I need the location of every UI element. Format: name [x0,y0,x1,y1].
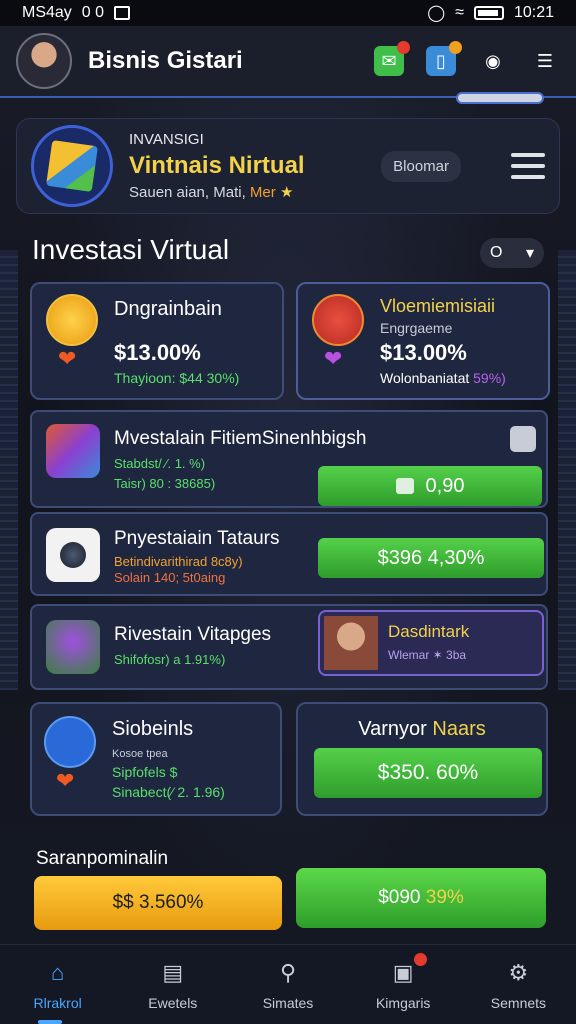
card-sub-1: Sipfofels $ [112,764,178,780]
status-bar: MS4ay 0 0 ◯ ≈ 10:21 [0,0,576,26]
logo-icon [46,140,98,192]
top-app-bar: Bisnis Gistari ✉ ▯ ◉ ☰ [0,26,576,98]
badge-sub: Wlemar ✶ 3ba [388,648,467,662]
row-sub-1: Shifofosr) а 1.91%) [114,652,226,667]
hero-subtitle: Sauen aian, Mati, [129,184,246,201]
blocks-icon [46,424,100,478]
card-title: Varnyor [358,718,427,740]
notification-dot [397,41,410,54]
hamburger-icon[interactable] [511,153,545,179]
chart-icon [44,716,96,768]
row-2-action-button[interactable]: $396 4,30% [318,538,544,578]
card-sub: Thayioon: $44 30%) [114,370,240,386]
card-title: Dngrainbain [114,298,222,320]
card-title: Vloemiemisiaii [380,296,496,316]
investment-card-3[interactable]: ❤ Siobeinls Kosoe tpea Sipfofels $ Sinab… [30,702,282,816]
molecule-icon [46,620,100,674]
card-title-accent: Naars [432,718,486,740]
row-title: Rivestain Vitapges [114,624,272,645]
card-title: Siobeinls [112,718,194,740]
home-icon: ⌂ [50,959,65,985]
hero-button[interactable]: Bloomar [381,150,461,182]
nav-item-camera[interactable]: ▣ Kimgaris [346,945,461,1024]
hero-kicker: INVANSIGI [129,131,204,148]
selector-value: O [490,244,503,261]
row-sub-2: Taisr) 80 : 38685) [114,476,216,491]
investment-card-1[interactable]: ❤ Dngrainbain $13.00% Thayioon: $44 30%) [30,282,284,400]
menu-icon[interactable]: ☰ [530,46,560,76]
notification-dot [414,952,428,966]
bottom-navigation: ⌂ Rlrakrol ▤ Ewetels ⚲ Simates ▣ Kimgari… [0,944,576,1024]
edit-icon[interactable] [510,426,536,452]
list-icon: ▤ [162,959,184,985]
badge-icon [312,294,364,346]
hero-subtitle-accent: Mer [249,184,276,201]
coin-icon [46,294,98,346]
row-sub-1: Betindivarithirad 8c8y) [114,554,243,569]
status-left-text: MS4ay [22,4,72,21]
card-value: $13.00% [114,340,201,365]
card-sub-2: Sinabect(⁄ 2. 1.96) [112,784,225,800]
nav-item-settings[interactable]: ⚙ Semnets [461,945,576,1024]
profile-avatar [324,616,378,670]
card-kicker: Kosoe tpea [112,748,168,760]
camera-icon: ▣ [389,952,428,987]
header-card: INVANSIGI Vintnais Nirtual Sauen aian, M… [16,118,560,214]
footer-left-button[interactable]: $$ 3.560% [34,876,282,930]
city-decoration-left [0,250,18,690]
heart-icon: ❤ [58,346,77,371]
investment-card-2[interactable]: ❤ Vloemiemisiaii Engrgaeme $13.00% Wolon… [296,282,550,400]
battery-icon [473,6,504,20]
section-title: Investasi Virtual [32,234,230,265]
app-logo [31,125,113,207]
row-1-action-button[interactable]: 0,90 [318,466,542,506]
row-sub-1: Stabdst/ ⁄. 1. %) [114,456,206,471]
tab-indicator [456,92,544,104]
gear-icon: ⚙ [508,959,529,985]
chevron-down-icon: ▾ [525,245,534,262]
card-sub-accent: 59%) [473,370,506,386]
notification-dot [449,41,462,54]
wallet-icon[interactable]: ▯ [426,41,462,76]
heart-icon: ❤ [324,346,343,371]
location-icon[interactable]: ◉ [478,46,508,76]
card-4-action-button[interactable]: $350. 60% [314,748,542,798]
camera-icon [46,528,100,582]
investment-card-4[interactable]: Varnyor Naars $350. 60% [296,702,548,816]
row-sub-2: Solain 140; 5t0aing [114,570,226,585]
wifi-icon: ≈ [455,4,464,21]
status-left-text-2: 0 0 [81,4,105,21]
investment-row-3[interactable]: Rivestain Vitapges Shifofosr) а 1.91%) D… [30,604,548,690]
active-indicator [38,1020,62,1024]
mail-icon [114,6,131,20]
badge-title: Dasdintark [388,622,470,641]
wallet-icon [395,478,414,494]
hero-title: Vintnais Nirtual [129,152,305,179]
avatar[interactable] [16,33,72,89]
investment-row-2[interactable]: Pnyestaiain Tataurs Betindivarithirad 8c… [30,512,548,596]
footer-label: Saranpominalin [36,848,169,869]
card-kicker: Engrgaeme [380,320,453,336]
profile-badge[interactable]: Dasdintark Wlemar ✶ 3ba [318,610,544,676]
footer-right-button[interactable]: $090 39% [296,868,546,928]
heart-icon: ❤ [56,768,75,793]
section-selector[interactable]: O ▾ [480,238,544,268]
alarm-icon: ◯ [427,5,446,22]
app-title: Bisnis Gistari [88,47,243,74]
city-decoration-right [558,250,576,690]
status-time: 10:21 [513,4,554,21]
card-sub: Wolonbaniatat [380,370,470,386]
nav-item-search[interactable]: ⚲ Simates [230,945,345,1024]
star-icon: ★ [279,184,294,201]
row-title: Mvestalain FitiemSinenhbigsh [114,428,367,449]
investment-row-1[interactable]: Mvestalain FitiemSinenhbigsh Stabdst/ ⁄.… [30,410,548,508]
card-value: $13.00% [380,340,467,365]
message-icon[interactable]: ✉ [374,41,410,76]
nav-item-home[interactable]: ⌂ Rlrakrol [0,945,115,1024]
row-title: Pnyestaiain Tataurs [114,528,280,549]
nav-item-list[interactable]: ▤ Ewetels [115,945,230,1024]
search-icon: ⚲ [279,959,297,985]
